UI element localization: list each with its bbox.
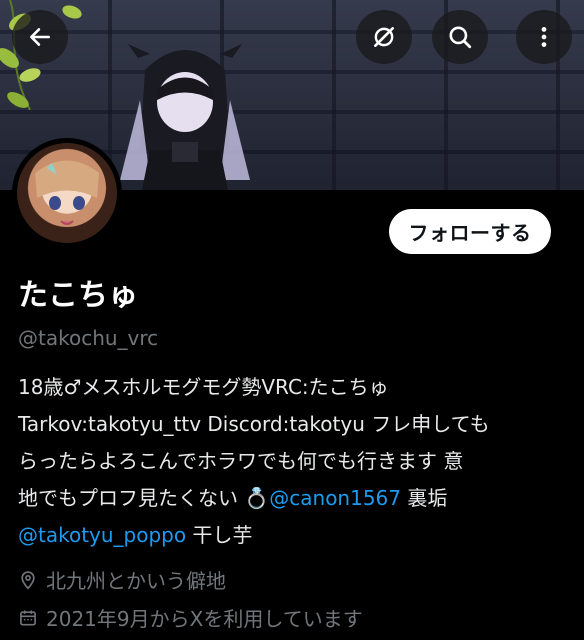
bio-line: 18歳♂メスホルモグモグ勢VRC:たこちゅ: [18, 375, 389, 399]
bio-line: らったらよろこんでホラワでも何でも行きます 意: [18, 449, 464, 473]
arrow-left-icon: [30, 28, 50, 46]
bio-text: 干し芋: [186, 523, 253, 547]
display-name: たこちゅ: [18, 278, 138, 313]
avatar-character-illustration: [120, 44, 250, 190]
joined-date-text: 2021年9月からXを利用しています: [46, 607, 363, 631]
bio-line: Tarkov:takotyu_ttv Discord:takotyu フレ申して…: [18, 412, 490, 436]
more-options-button[interactable]: [516, 10, 572, 64]
back-button[interactable]: [12, 10, 68, 64]
avatar-face-illustration: [35, 160, 99, 225]
search-icon: [449, 26, 472, 49]
joined-row: 2021年9月からXを利用しています: [18, 603, 363, 632]
more-vertical-icon: [541, 27, 547, 47]
profile-avatar[interactable]: [12, 138, 122, 248]
avatar-image: [17, 143, 117, 243]
calendar-icon: [20, 610, 36, 625]
search-button[interactable]: [432, 10, 488, 64]
mention-link-canon[interactable]: @canon1567: [269, 486, 401, 510]
profile-bio: 18歳♂メスホルモグモグ勢VRC:たこちゅ Tarkov:takotyu_ttv…: [18, 369, 568, 554]
grok-button[interactable]: [356, 10, 412, 64]
grok-icon: [374, 27, 394, 47]
bio-text: 裏垢: [401, 486, 448, 510]
bio-line: @takotyu_poppo 干し芋: [18, 517, 568, 554]
mention-link-poppo[interactable]: @takotyu_poppo: [18, 523, 186, 547]
location-row: 北九州とかいう僻地: [18, 565, 226, 594]
bio-line: 地でもプロフ見たくない 💍@canon1567 裏垢: [18, 480, 568, 517]
follow-button[interactable]: フォローする: [389, 209, 551, 254]
user-handle: @takochu_vrc: [18, 326, 159, 350]
location-text: 北九州とかいう僻地: [46, 569, 226, 593]
location-pin-icon: [21, 570, 35, 590]
bio-text: 地でもプロフ見たくない 💍: [18, 486, 270, 510]
